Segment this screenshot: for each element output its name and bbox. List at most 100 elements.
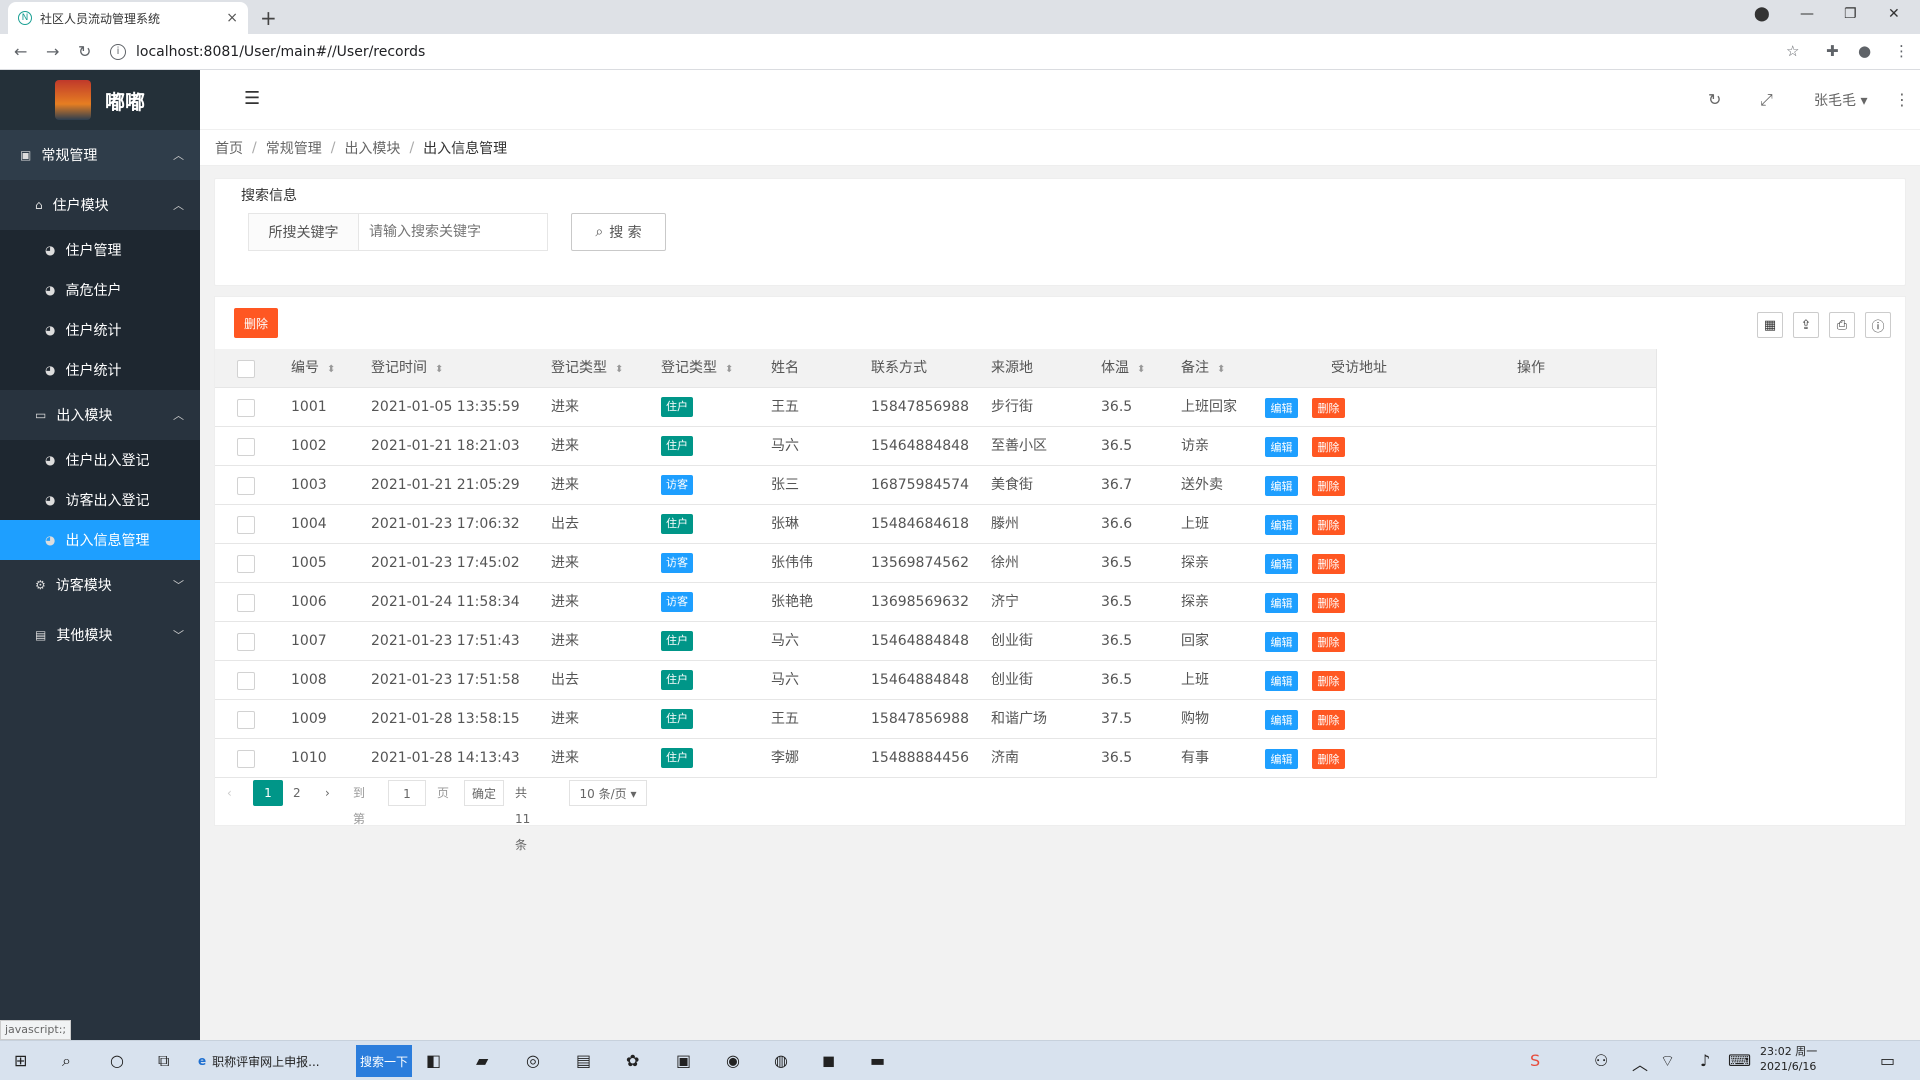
chrome-icon[interactable]: ◍	[774, 1051, 788, 1070]
row-checkbox[interactable]	[237, 672, 255, 690]
info-icon[interactable]: ⓘ	[1865, 312, 1891, 338]
cortana-icon[interactable]: ○	[110, 1051, 124, 1070]
columns-filter-icon[interactable]: ▦	[1757, 312, 1783, 338]
edit-button[interactable]: 编辑	[1265, 437, 1298, 457]
breadcrumb-home[interactable]: 首页	[215, 138, 243, 158]
edit-button[interactable]: 编辑	[1265, 749, 1298, 769]
menu-access-module[interactable]: ▭ 出入模块 ︿	[0, 390, 200, 440]
col-header-direction[interactable]: 登记类型 ⬍	[551, 349, 623, 388]
brand-logo[interactable]: 嘟嘟	[0, 70, 200, 130]
edit-button[interactable]: 编辑	[1265, 710, 1298, 730]
delete-button[interactable]: 删除	[1312, 710, 1345, 730]
app-search-icon[interactable]: ◎	[526, 1051, 540, 1070]
row-checkbox[interactable]	[237, 438, 255, 456]
back-icon[interactable]: ←	[14, 42, 27, 61]
delete-button[interactable]: 删除	[1312, 593, 1345, 613]
table-row[interactable]: 1002 2021-01-21 18:21:03 进来 住户 马六 15464884848…	[215, 427, 1656, 466]
spring-icon[interactable]: ◉	[726, 1051, 740, 1070]
row-checkbox[interactable]	[237, 477, 255, 495]
app-icon-2[interactable]: ✿	[626, 1051, 639, 1070]
refresh-icon[interactable]: ↻	[1708, 90, 1721, 109]
export-icon[interactable]: ⇪	[1793, 312, 1819, 338]
taskbar-app-ie[interactable]: e 职称评审网上申报...	[198, 1041, 320, 1080]
prev-page-icon[interactable]: ‹	[227, 780, 232, 806]
delete-button[interactable]: 删除	[1312, 515, 1345, 535]
row-checkbox[interactable]	[237, 633, 255, 651]
search-input[interactable]	[359, 214, 547, 250]
reload-icon[interactable]: ↻	[78, 42, 91, 61]
row-checkbox[interactable]	[237, 711, 255, 729]
table-row[interactable]: 1007 2021-01-23 17:51:43 进来 住户 马六 15464884848…	[215, 622, 1656, 661]
taskbar-search-button[interactable]: 搜索一下	[356, 1045, 412, 1077]
site-info-icon[interactable]: i	[110, 44, 126, 60]
extensions-icon[interactable]: ✚	[1826, 42, 1839, 60]
menu-item-resident-stats-2[interactable]: ◕ 住户统计	[0, 350, 200, 390]
search-button[interactable]: ⌕ 搜 索	[571, 213, 666, 251]
print-icon[interactable]: ⎙	[1829, 312, 1855, 338]
delete-button[interactable]: 删除	[1312, 749, 1345, 769]
breadcrumb-access-module[interactable]: 出入模块	[344, 138, 400, 158]
menu-item-resident-access[interactable]: ◕ 住户出入登记	[0, 440, 200, 480]
restore-icon[interactable]: ❐	[1844, 6, 1857, 22]
table-row[interactable]: 1006 2021-01-24 11:58:34 进来 访客 张艳艳 1369856963…	[215, 583, 1656, 622]
table-row[interactable]: 1004 2021-01-23 17:06:32 出去 住户 张琳 15484684618…	[215, 505, 1656, 544]
more-icon[interactable]: ⋮	[1894, 90, 1910, 109]
terminal-icon[interactable]: ▬	[870, 1051, 885, 1070]
edit-button[interactable]: 编辑	[1265, 476, 1298, 496]
minimize-icon[interactable]: —	[1800, 6, 1814, 22]
url-field[interactable]: i localhost:8081/User/main#//User/record…	[110, 39, 1800, 65]
delete-button[interactable]: 删除	[1312, 671, 1345, 691]
col-header-type[interactable]: 登记类型 ⬍	[661, 349, 733, 388]
menu-item-access-records[interactable]: ◕ 出入信息管理	[0, 520, 200, 560]
people-icon[interactable]: ⚇	[1594, 1051, 1608, 1070]
row-checkbox[interactable]	[237, 750, 255, 768]
col-header-temp[interactable]: 体温 ⬍	[1101, 349, 1145, 388]
fullscreen-icon[interactable]: ⤢	[1760, 90, 1773, 110]
volume-icon[interactable]: ♪	[1700, 1051, 1710, 1070]
notifications-icon[interactable]: ▭	[1880, 1051, 1895, 1070]
account-icon[interactable]: ●	[1858, 42, 1871, 60]
meeting-icon[interactable]: ▣	[676, 1051, 691, 1070]
browser-menu-icon[interactable]: ⋮	[1894, 42, 1909, 60]
task-view-icon[interactable]: ⧉	[158, 1051, 169, 1071]
menu-item-high-risk[interactable]: ◕ 高危住户	[0, 270, 200, 310]
table-row[interactable]: 1008 2021-01-23 17:51:58 出去 住户 马六 15464884848…	[215, 661, 1656, 700]
user-menu[interactable]: 张毛毛 ▾	[1814, 90, 1867, 110]
delete-button[interactable]: 删除	[1312, 476, 1345, 496]
edit-button[interactable]: 编辑	[1265, 671, 1298, 691]
browser-tab[interactable]: N 社区人员流动管理系统 ×	[8, 2, 248, 34]
menu-general[interactable]: ▣ 常规管理 ︿	[0, 130, 200, 180]
table-row[interactable]: 1001 2021-01-05 13:35:59 进来 住户 王五 15847856988…	[215, 388, 1656, 427]
menu-item-visitor-access[interactable]: ◕ 访客出入登记	[0, 480, 200, 520]
menu-resident-module[interactable]: ⌂ 住户模块 ︿	[0, 180, 200, 230]
keyboard-icon[interactable]: ⌨	[1728, 1051, 1751, 1070]
search-icon[interactable]: ⌕	[62, 1051, 71, 1071]
page-size-select[interactable]: 10 条/页 ▾	[569, 780, 647, 806]
app-icon-1[interactable]: ◧	[426, 1051, 441, 1070]
forward-icon[interactable]: →	[46, 42, 59, 61]
bookmark-star-icon[interactable]: ☆	[1786, 42, 1799, 60]
delete-button[interactable]: 删除	[1312, 437, 1345, 457]
profile-dropdown-icon[interactable]: ⬤	[1754, 6, 1770, 22]
new-tab-button[interactable]: +	[260, 6, 277, 30]
delete-button[interactable]: 删除	[1312, 398, 1345, 418]
app-tray-icon[interactable]: S	[1530, 1051, 1540, 1070]
clock[interactable]: 23:02 周一 2021/6/16	[1760, 1044, 1817, 1074]
menu-item-resident-manage[interactable]: ◕ 住户管理	[0, 230, 200, 270]
edit-button[interactable]: 编辑	[1265, 398, 1298, 418]
tab-close-icon[interactable]: ×	[226, 10, 238, 26]
edit-button[interactable]: 编辑	[1265, 515, 1298, 535]
col-header-note[interactable]: 备注 ⬍	[1181, 349, 1225, 388]
menu-other-module[interactable]: ▤ 其他模块 ﹀	[0, 610, 200, 660]
goto-confirm-button[interactable]: 确定	[464, 780, 504, 806]
close-window-icon[interactable]: ✕	[1888, 6, 1900, 22]
windows-start-icon[interactable]: ⊞	[14, 1051, 27, 1070]
goto-page-input[interactable]: 1	[388, 780, 426, 806]
row-checkbox[interactable]	[237, 594, 255, 612]
intellij-icon[interactable]: ◼	[822, 1051, 835, 1070]
batch-delete-button[interactable]: 删除	[234, 308, 278, 338]
table-row[interactable]: 1010 2021-01-28 14:13:43 进来 住户 李娜 15488884456…	[215, 739, 1656, 778]
col-header-id[interactable]: 编号 ⬍	[291, 349, 335, 388]
row-checkbox[interactable]	[237, 555, 255, 573]
edit-button[interactable]: 编辑	[1265, 632, 1298, 652]
